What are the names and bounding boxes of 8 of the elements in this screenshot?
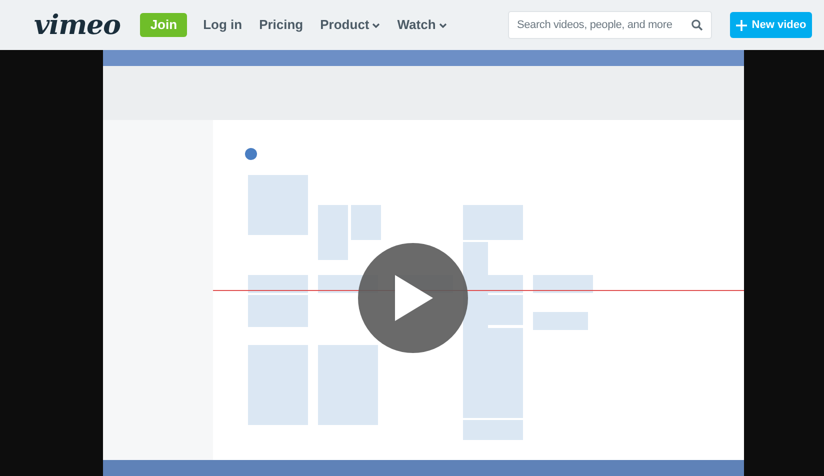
vimeo-logo[interactable]: vimeo [34, 12, 120, 38]
nav-menu[interactable]: Product [320, 15, 380, 35]
nav-link[interactable]: Pricing [259, 15, 304, 35]
nav-link[interactable]: Log in [203, 15, 242, 35]
nav-menu[interactable]: Watch [397, 15, 447, 35]
search-icon[interactable] [691, 19, 703, 31]
plus-icon [736, 20, 747, 30]
search-field[interactable]: Search videos, people, and more [508, 11, 712, 39]
